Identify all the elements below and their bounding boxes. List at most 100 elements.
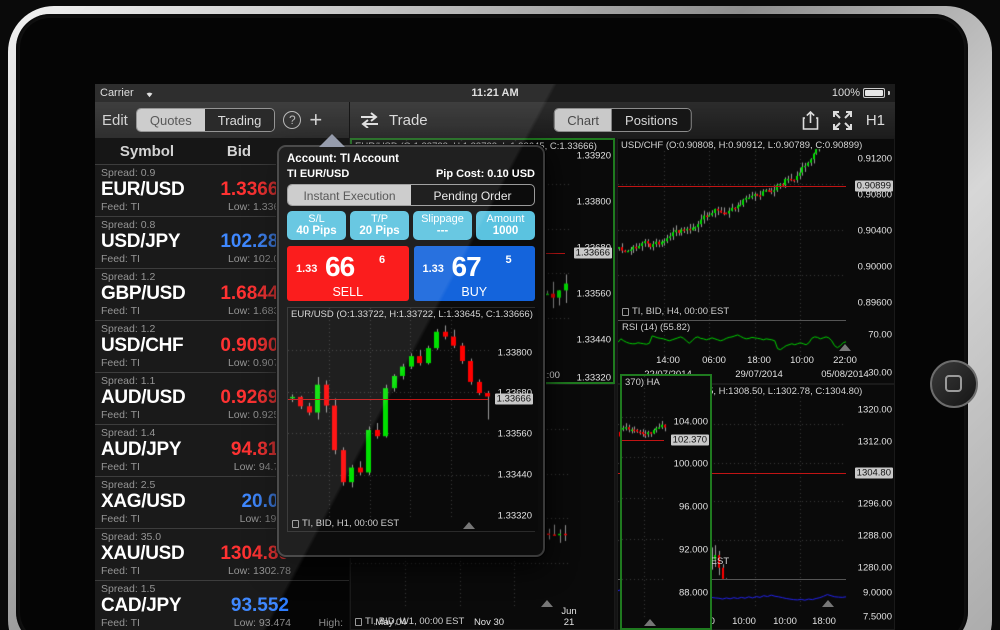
popup-arrow-icon: [319, 134, 345, 147]
sell-button[interactable]: 1.33 66 6 SELL: [287, 246, 409, 301]
sell-price-prefix: 1.33: [296, 263, 318, 275]
feed-label: Feed: TI: [101, 201, 140, 213]
tab-quotes[interactable]: Quotes: [136, 109, 205, 131]
trade-popup[interactable]: Account: TI Account TI EUR/USD Pip Cost:…: [277, 134, 545, 557]
popup-chart-footer-label: TI, BID, H1, 00:00 EST: [302, 518, 400, 529]
col-bid: Bid: [226, 142, 252, 160]
y-tick: 104.000: [673, 416, 708, 428]
chart-y-axis: 1.33920 1.33800 1.33680 1.33560 1.33440 …: [565, 140, 613, 382]
tab-chart[interactable]: Chart: [554, 109, 613, 131]
y-tick: 1.33800: [576, 196, 611, 208]
x-tick: 10:00: [773, 616, 797, 627]
y-tick: 1.33320: [497, 510, 532, 522]
take-profit-button[interactable]: T/P 20 Pips: [350, 211, 409, 240]
y-tick: 1312.00: [857, 436, 892, 448]
execution-mode-segmented-control[interactable]: Instant Execution Pending Order: [287, 184, 535, 206]
chart-usdjpy-ha[interactable]: 370) HA 104.000 102.370 100.000 96.000 9…: [620, 374, 712, 630]
y-tick: 1.33920: [576, 150, 611, 162]
popup-chart-title: EUR/USD (O:1.33722, H:1.33722, L:1.33645…: [291, 309, 533, 320]
popup-chart[interactable]: EUR/USD (O:1.33722, H:1.33722, L:1.33645…: [287, 307, 538, 532]
slippage-button[interactable]: Slippage ---: [413, 211, 472, 240]
high-label: [291, 565, 343, 577]
chart-footer: TI, BID, H4, 00:00 EST: [622, 306, 729, 317]
bid-price: 102.285: [220, 231, 289, 252]
clock-label: 11:21 AM: [471, 87, 519, 99]
edit-button[interactable]: Edit: [102, 112, 128, 129]
y-tick: 1.33320: [576, 372, 611, 384]
buy-button[interactable]: 1.33 67 5 BUY: [413, 246, 535, 301]
order-parameters: S/L 40 Pips T/P 20 Pips Slippage --- Amo…: [287, 211, 535, 240]
y-tick-indicator: 30.00: [868, 367, 892, 379]
quotes-toolbar: Edit Quotes Trading ? +: [95, 102, 350, 138]
y-tick: 1288.00: [857, 530, 892, 542]
chart-footer: TI, BID, W1, 00:00 EST: [355, 616, 464, 627]
buy-price-sup: 5: [505, 254, 512, 266]
screenshot-root: Carrier 11:21 AM 100% Edit Quotes Tradin…: [0, 0, 1000, 630]
buy-label: BUY: [461, 285, 488, 299]
symbol-label: GBP/USD: [101, 283, 186, 304]
y-tick: 0.90000: [857, 261, 892, 273]
y-tick-indicator: 7.5000: [862, 611, 892, 623]
y-tick-indicator: 70.00: [868, 329, 892, 341]
stop-loss-button[interactable]: S/L 40 Pips: [287, 211, 346, 240]
y-tick: 0.90400: [857, 225, 892, 237]
pending-order-tab[interactable]: Pending Order: [411, 185, 534, 205]
chart-title: 370) HA: [625, 377, 660, 388]
bid-price: 1304.80: [220, 543, 289, 564]
amount-button[interactable]: Amount 1000: [476, 211, 535, 240]
x-tick-date: 29/07/2014: [735, 369, 783, 380]
x-tick: Jun 21: [561, 606, 577, 628]
popup-current-price-badge: 1.33666: [494, 393, 533, 405]
buy-price-big: 67: [451, 251, 482, 282]
symbol-label: XAU/USD: [101, 543, 185, 564]
swap-arrows-icon[interactable]: [360, 112, 379, 128]
deal-buttons: 1.33 66 6 SELL 1.33 67 5 BUY: [287, 246, 535, 301]
feed-label: Feed: TI: [101, 565, 140, 577]
chart-y-axis: 1320.00 1312.00 1304.80 1296.00 1288.00 …: [846, 385, 894, 629]
current-price-badge: 102.370: [670, 434, 709, 446]
share-icon[interactable]: [802, 110, 819, 130]
spread-label: Spread: 1.5: [101, 583, 156, 595]
feed-label: Feed: TI: [101, 409, 140, 421]
feed-label: Feed: TI: [101, 461, 140, 473]
fullscreen-icon[interactable]: [832, 110, 852, 130]
y-tick: 96.000: [678, 501, 708, 513]
quotes-trading-segmented-control[interactable]: Quotes Trading: [135, 108, 276, 132]
bid-price: 93.552: [230, 595, 289, 616]
battery-indicator: 100%: [832, 84, 890, 102]
y-tick: 1296.00: [857, 498, 892, 510]
symbol-label: CAD/JPY: [101, 595, 182, 616]
chart-footer-label: TI, BID, H4, 00:00 EST: [632, 306, 730, 317]
tab-trading[interactable]: Trading: [204, 109, 275, 131]
chart-y-axis: 0.91200 0.90800 0.90400 0.90000 0.89600 …: [846, 139, 894, 383]
y-tick: 92.000: [678, 544, 708, 556]
timeframe-button[interactable]: H1: [866, 112, 885, 129]
popup-instrument-label: TI EUR/USD: [287, 168, 350, 180]
chart-usdchf-h4[interactable]: USD/CHF (O:0.90808, H:0.90912, L:0.90789…: [617, 138, 895, 384]
tab-positions[interactable]: Positions: [612, 109, 691, 131]
slippage-title: Slippage: [421, 213, 464, 225]
amount-value: 1000: [492, 225, 519, 237]
popup-account-label: Account: TI Account: [287, 153, 400, 165]
home-button[interactable]: [930, 360, 978, 408]
trade-button[interactable]: Trade: [389, 112, 428, 129]
low-label: Low: 1302.78: [227, 565, 291, 577]
symbol-label: USD/JPY: [101, 231, 181, 252]
tp-value: 20 Pips: [359, 225, 400, 237]
sl-value: 40 Pips: [296, 225, 337, 237]
table-row[interactable]: Spread: 1.5 CAD/JPY 93.552 Feed: TI Low: 93.…: [95, 580, 349, 630]
x-tick: 22:00: [833, 355, 857, 366]
app-screen: Carrier 11:21 AM 100% Edit Quotes Tradin…: [95, 84, 895, 630]
y-tick: 88.000: [678, 587, 708, 599]
y-tick: 1.33440: [497, 469, 532, 481]
help-icon[interactable]: ?: [283, 111, 302, 129]
current-price-badge: 1304.80: [854, 467, 893, 479]
add-symbol-icon[interactable]: +: [309, 109, 322, 131]
y-tick: 1.33560: [497, 428, 532, 440]
popup-chart-y-axis: 1.33800 1.33680 1.33560 1.33440 1.33320 …: [488, 308, 534, 531]
slippage-value: ---: [436, 225, 449, 237]
feed-label: Feed: TI: [101, 253, 140, 265]
x-tick-date: 05/08/2014: [821, 369, 869, 380]
chart-positions-segmented-control[interactable]: Chart Positions: [553, 108, 692, 132]
instant-execution-tab[interactable]: Instant Execution: [288, 185, 411, 205]
